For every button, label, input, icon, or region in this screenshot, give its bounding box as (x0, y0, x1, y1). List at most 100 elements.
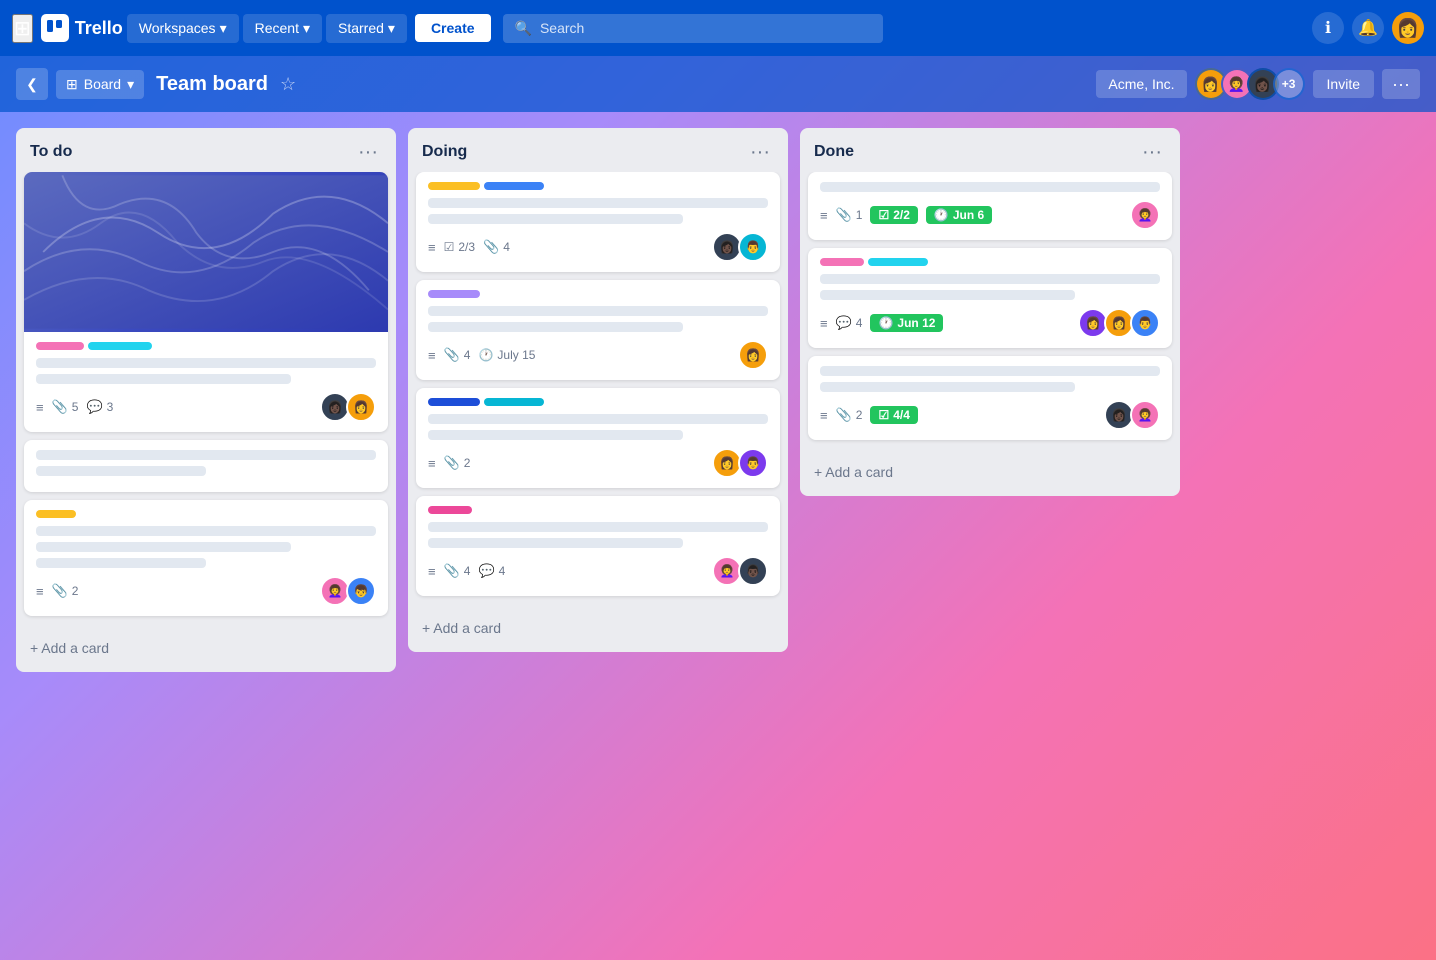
card-labels (428, 398, 768, 406)
card-doing-3[interactable]: ≡ 📎 2 👩 👨 (416, 388, 780, 488)
list-doing-menu[interactable]: ··· (746, 140, 774, 164)
checklist-badge: ☑ 4/4 (870, 406, 917, 424)
info-button[interactable]: ℹ (1312, 12, 1344, 44)
label-yellow-tag (428, 182, 480, 190)
board-title: Team board (156, 73, 268, 96)
label-purple-tag (428, 290, 480, 298)
attachment-icon: 📎 (52, 399, 68, 415)
board-icon: ⊞ (66, 76, 78, 93)
card-todo-2-body (24, 440, 388, 492)
user-avatar[interactable]: 👩 (1392, 12, 1424, 44)
card-footer: ≡ 📎 1 ☑ 2/2 🕐 Jun 6 (820, 200, 1160, 230)
card-done-1-body: ≡ 📎 1 ☑ 2/2 🕐 Jun 6 (808, 172, 1172, 240)
grid-icon[interactable]: ⊞ (12, 14, 33, 43)
card-labels (428, 182, 768, 190)
navbar: ⊞ Trello Workspaces ▾ Recent ▾ Starred ▾… (0, 0, 1436, 56)
nav-right-actions: ℹ 🔔 👩 (1312, 12, 1424, 44)
list-done-title: Done (814, 143, 854, 161)
workspace-button[interactable]: Acme, Inc. (1096, 70, 1186, 98)
card-meta-attach: 📎 5 (52, 399, 79, 415)
comment-icon: 💬 (836, 315, 852, 331)
label-teal-tag (484, 398, 544, 406)
card-avatar-2: 👩‍🦱 (1130, 400, 1160, 430)
card-text-line (36, 542, 291, 552)
workspaces-button[interactable]: Workspaces ▾ (127, 14, 239, 43)
description-icon: ≡ (428, 348, 436, 363)
board-view-button[interactable]: ⊞ Board ▾ (56, 70, 144, 99)
card-footer: ≡ 📎 2 ☑ 4/4 👩🏿 (820, 400, 1160, 430)
add-card-button-todo[interactable]: + Add a card (24, 632, 388, 664)
card-doing-1[interactable]: ≡ ☑ 2/3 📎 4 👩🏿 (416, 172, 780, 272)
trello-logo-box (41, 14, 69, 42)
card-todo-1[interactable]: ≡ 📎 5 💬 3 👩🏿 (24, 172, 388, 432)
list-todo-menu[interactable]: ··· (354, 140, 382, 164)
card-meta-attach: 📎 2 (836, 407, 863, 423)
card-cover (24, 172, 388, 332)
card-text-line (36, 374, 291, 384)
card-text-line (36, 558, 206, 568)
card-labels (428, 290, 768, 298)
add-card-button-done[interactable]: + Add a card (808, 456, 1172, 488)
card-text-line (428, 322, 683, 332)
search-bar[interactable]: 🔍 (503, 14, 883, 43)
add-card-button-doing[interactable]: + Add a card (416, 612, 780, 644)
card-text-line (428, 214, 683, 224)
card-meta-attach: 📎 2 (52, 583, 79, 599)
card-todo-3[interactable]: ≡ 📎 2 👩‍🦱 👦 (24, 500, 388, 616)
board-header: ❮ ⊞ Board ▾ Team board ☆ Acme, Inc. 👩 👩‍… (0, 56, 1436, 112)
card-avatar-2: 👨🏿 (738, 556, 768, 586)
card-meta-comment: 💬 3 (86, 399, 113, 415)
list-done-menu[interactable]: ··· (1138, 140, 1166, 164)
card-done-1[interactable]: ≡ 📎 1 ☑ 2/2 🕐 Jun 6 (808, 172, 1172, 240)
card-meta-desc: ≡ (428, 564, 436, 579)
description-icon: ≡ (428, 564, 436, 579)
card-labels (36, 510, 376, 518)
list-doing-header: Doing ··· (408, 128, 788, 172)
label-navy-tag (428, 398, 480, 406)
notifications-button[interactable]: 🔔 (1352, 12, 1384, 44)
card-todo-3-body: ≡ 📎 2 👩‍🦱 👦 (24, 500, 388, 616)
member-count-badge[interactable]: +3 (1273, 68, 1305, 100)
star-button[interactable]: ☆ (280, 74, 296, 95)
card-meta-checklist: ☑ 2/3 (444, 240, 475, 254)
card-text-line (428, 414, 768, 424)
card-doing-4[interactable]: ≡ 📎 4 💬 4 👩‍🦱 (416, 496, 780, 596)
card-text-line (820, 382, 1075, 392)
card-text-line (820, 274, 1160, 284)
sidebar-toggle[interactable]: ❮ (16, 68, 48, 100)
card-done-3[interactable]: ≡ 📎 2 ☑ 4/4 👩🏿 (808, 356, 1172, 440)
card-footer: ≡ 📎 5 💬 3 👩🏿 (36, 392, 376, 422)
card-avatar-1: 👩‍🦱 (1130, 200, 1160, 230)
trello-logo[interactable]: Trello (41, 14, 123, 42)
card-doing-2-body: ≡ 📎 4 🕐 July 15 👩 (416, 280, 780, 380)
description-icon: ≡ (36, 584, 44, 599)
card-todo-2[interactable] (24, 440, 388, 492)
description-icon: ≡ (820, 208, 828, 223)
card-avatar-2: 👨 (738, 232, 768, 262)
card-doing-2[interactable]: ≡ 📎 4 🕐 July 15 👩 (416, 280, 780, 380)
create-button[interactable]: Create (415, 14, 491, 42)
list-doing: Doing ··· ≡ (408, 128, 788, 652)
invite-button[interactable]: Invite (1313, 70, 1374, 98)
attachment-icon: 📎 (836, 407, 852, 423)
card-meta-desc: ≡ (36, 584, 44, 599)
card-avatars: 👩 👩 👨 (1078, 308, 1160, 338)
board-header-right: Acme, Inc. 👩 👩‍🦱 👩🏿 +3 Invite ··· (1096, 68, 1420, 100)
card-meta-desc: ≡ (36, 400, 44, 415)
card-labels (428, 506, 768, 514)
card-avatar-2: 👩 (346, 392, 376, 422)
chevron-down-icon: ▾ (388, 20, 395, 37)
starred-button[interactable]: Starred ▾ (326, 14, 407, 43)
more-options-button[interactable]: ··· (1382, 69, 1420, 99)
list-todo-header: To do ··· (16, 128, 396, 172)
card-avatars: 👩‍🦱 👨🏿 (712, 556, 768, 586)
card-done-2[interactable]: ≡ 💬 4 🕐 Jun 12 👩 (808, 248, 1172, 348)
list-done-footer: + Add a card (800, 448, 1180, 496)
check-icon: ☑ (878, 408, 889, 422)
search-input[interactable] (540, 20, 871, 36)
recent-button[interactable]: Recent ▾ (243, 14, 322, 43)
attachment-icon: 📎 (52, 583, 68, 599)
comment-icon: 💬 (86, 399, 102, 415)
card-labels (36, 342, 376, 350)
list-done: Done ··· ≡ 📎 1 ☑ (800, 128, 1180, 496)
